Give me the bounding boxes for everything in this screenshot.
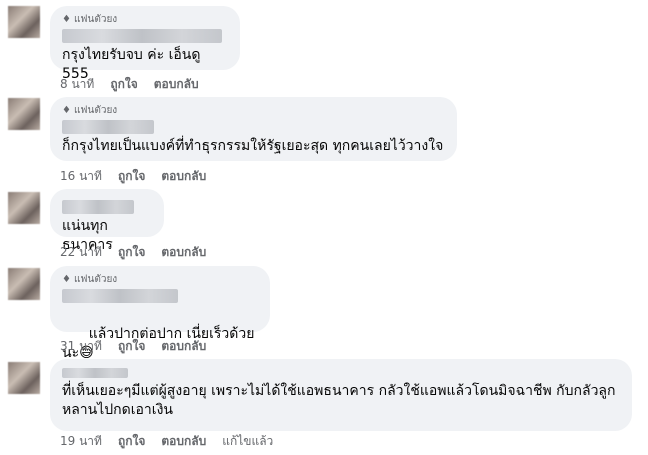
reply-button[interactable]: ตอบกลับ bbox=[154, 76, 199, 92]
comment-bubble: ♦ แฟนตัวยง กรุงไทยรับจบ ค่ะ เอ็นดู 555 bbox=[50, 6, 240, 82]
reply-button[interactable]: ตอบกลับ bbox=[161, 168, 206, 184]
diamond-icon: ♦ bbox=[62, 105, 71, 116]
like-button[interactable]: ถูกใจ bbox=[118, 168, 145, 184]
edited-label[interactable]: แก้ไขแล้ว bbox=[222, 433, 273, 449]
avatar[interactable] bbox=[8, 6, 40, 38]
top-fan-badge[interactable]: ♦ แฟนตัวยง bbox=[62, 13, 228, 26]
comment-actions: 31 นาที ถูกใจ ตอบกลับ bbox=[60, 338, 206, 354]
author-name[interactable] bbox=[62, 120, 154, 134]
timestamp[interactable]: 31 นาที bbox=[60, 338, 102, 354]
avatar[interactable] bbox=[8, 362, 40, 394]
comment-bubble: ♦ แฟนตัวยง ก็กรุงไทยเป็นแบงค์ที่ทำธุรกรร… bbox=[50, 97, 457, 161]
author-name[interactable] bbox=[62, 289, 178, 303]
timestamp[interactable]: 8 นาที bbox=[60, 76, 94, 92]
comment-bubble: ♦ แฟนตัวยง แล้วปากต่อปาก เนี่ยเร็วด้วยนะ… bbox=[50, 266, 270, 361]
timestamp[interactable]: 22 นาที bbox=[60, 244, 102, 260]
like-button[interactable]: ถูกใจ bbox=[118, 338, 145, 354]
diamond-icon: ♦ bbox=[62, 274, 71, 285]
comment-text: ที่เห็นเยอะๆมีแต่ผู้สูงอายุ เพราะไม่ได้ใ… bbox=[62, 383, 616, 418]
like-button[interactable]: ถูกใจ bbox=[118, 244, 145, 260]
reply-button[interactable]: ตอบกลับ bbox=[161, 433, 206, 449]
avatar[interactable] bbox=[8, 98, 40, 130]
badge-label: แฟนตัวยง bbox=[73, 274, 118, 285]
top-fan-badge[interactable]: ♦ แฟนตัวยง bbox=[62, 104, 445, 117]
like-button[interactable]: ถูกใจ bbox=[118, 433, 145, 449]
reply-button[interactable]: ตอบกลับ bbox=[161, 244, 206, 260]
like-button[interactable]: ถูกใจ bbox=[110, 76, 137, 92]
comment-actions: 16 นาที ถูกใจ ตอบกลับ bbox=[60, 168, 206, 184]
comment-bubble: ที่เห็นเยอะๆมีแต่ผู้สูงอายุ เพราะไม่ได้ใ… bbox=[50, 359, 632, 431]
timestamp[interactable]: 16 นาที bbox=[60, 168, 102, 184]
badge-label: แฟนตัวยง bbox=[73, 105, 118, 116]
comment-actions: 19 นาที ถูกใจ ตอบกลับ แก้ไขแล้ว bbox=[60, 433, 273, 449]
badge-label: แฟนตัวยง bbox=[73, 14, 118, 25]
author-name[interactable] bbox=[62, 368, 128, 378]
author-name[interactable] bbox=[62, 29, 222, 43]
comment-text: ก็กรุงไทยเป็นแบงค์ที่ทำธุรกรรมให้รัฐเยอะ… bbox=[62, 138, 444, 154]
author-name[interactable] bbox=[62, 200, 134, 214]
timestamp[interactable]: 19 นาที bbox=[60, 433, 102, 449]
comment-actions: 8 นาที ถูกใจ ตอบกลับ bbox=[60, 76, 199, 92]
comment-actions: 22 นาที ถูกใจ ตอบกลับ bbox=[60, 244, 206, 260]
avatar[interactable] bbox=[8, 192, 40, 224]
avatar[interactable] bbox=[8, 268, 40, 300]
top-fan-badge[interactable]: ♦ แฟนตัวยง bbox=[62, 273, 258, 286]
reply-button[interactable]: ตอบกลับ bbox=[161, 338, 206, 354]
comment-bubble: แน่นทุกธนาคาร bbox=[50, 189, 164, 253]
diamond-icon: ♦ bbox=[62, 14, 71, 25]
